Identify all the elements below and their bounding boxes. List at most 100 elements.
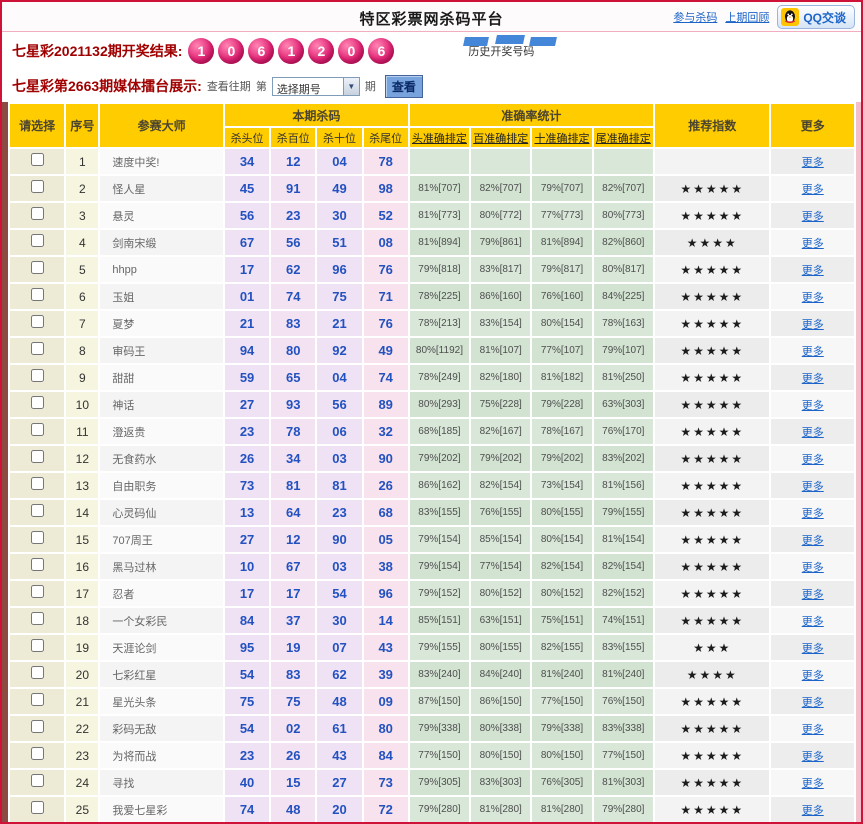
more-link[interactable]: 更多 — [802, 805, 824, 817]
star-rating: ★★★★★ — [655, 716, 770, 741]
more-link[interactable]: 更多 — [802, 400, 824, 412]
issue-select[interactable]: 选择期号 ▼ — [272, 77, 360, 96]
row-select-cell — [10, 230, 64, 255]
more-link[interactable]: 更多 — [802, 238, 824, 250]
kill-head-value: 54 — [225, 716, 269, 741]
history-link-label: 历史开奖号码 — [468, 46, 534, 58]
sort-head-accuracy-link[interactable]: 头准确排定 — [412, 133, 467, 145]
kill-head-value: 95 — [225, 635, 269, 660]
row-checkbox[interactable] — [31, 315, 44, 328]
row-checkbox[interactable] — [31, 801, 44, 814]
star-rating: ★★★★★ — [655, 608, 770, 633]
qq-chat-button[interactable]: QQ交谈 — [777, 5, 855, 29]
row-checkbox[interactable] — [31, 720, 44, 733]
row-checkbox[interactable] — [31, 423, 44, 436]
kill-hundred-value: 12 — [271, 527, 315, 552]
row-checkbox[interactable] — [31, 207, 44, 220]
master-name: 忍者 — [100, 581, 223, 606]
kill-tail-value: 08 — [364, 230, 408, 255]
kill-head-value: 45 — [225, 176, 269, 201]
view-button[interactable]: 查看 — [385, 75, 423, 98]
more-link[interactable]: 更多 — [802, 670, 824, 682]
head-accuracy-value: 81%[773] — [410, 203, 469, 228]
row-checkbox[interactable] — [31, 558, 44, 571]
more-link[interactable]: 更多 — [802, 481, 824, 493]
more-link[interactable]: 更多 — [802, 751, 824, 763]
more-link[interactable]: 更多 — [802, 778, 824, 790]
qq-chat-label: QQ交谈 — [803, 9, 846, 26]
kill-tail-value: 39 — [364, 662, 408, 687]
row-index: 22 — [66, 716, 98, 741]
more-link[interactable]: 更多 — [802, 562, 824, 574]
row-index: 25 — [66, 797, 98, 822]
join-kill-link[interactable]: 参与杀码 — [673, 9, 717, 25]
more-link[interactable]: 更多 — [802, 454, 824, 466]
row-checkbox[interactable] — [31, 261, 44, 274]
ten-accuracy-value: 79%[202] — [532, 446, 591, 471]
more-link[interactable]: 更多 — [802, 724, 824, 736]
sort-tail-accuracy-link[interactable]: 尾准确排定 — [596, 133, 651, 145]
row-checkbox[interactable] — [31, 666, 44, 679]
row-checkbox[interactable] — [31, 342, 44, 355]
view-past-label: 查看往期 — [207, 78, 251, 94]
more-link[interactable]: 更多 — [802, 292, 824, 304]
master-name: 审码王 — [100, 338, 223, 363]
row-checkbox[interactable] — [31, 639, 44, 652]
more-link[interactable]: 更多 — [802, 157, 824, 169]
sort-hundred-accuracy-link[interactable]: 百准确排定 — [473, 133, 528, 145]
more-link[interactable]: 更多 — [802, 697, 824, 709]
more-link[interactable]: 更多 — [802, 319, 824, 331]
row-checkbox[interactable] — [31, 693, 44, 706]
more-link[interactable]: 更多 — [802, 211, 824, 223]
more-link[interactable]: 更多 — [802, 643, 824, 655]
star-rating: ★★★★★ — [655, 797, 770, 822]
row-checkbox[interactable] — [31, 396, 44, 409]
row-checkbox[interactable] — [31, 234, 44, 247]
hundred-accuracy-value: 75%[228] — [471, 392, 530, 417]
sort-ten-accuracy-link[interactable]: 十准确排定 — [535, 133, 590, 145]
row-checkbox[interactable] — [31, 585, 44, 598]
more-link[interactable]: 更多 — [802, 184, 824, 196]
kill-hundred-value: 23 — [271, 203, 315, 228]
dropdown-arrow-icon[interactable]: ▼ — [343, 78, 359, 95]
row-checkbox[interactable] — [31, 774, 44, 787]
row-checkbox[interactable] — [31, 504, 44, 517]
kill-hundred-value: 83 — [271, 311, 315, 336]
row-checkbox[interactable] — [31, 612, 44, 625]
master-name: 澄返贵 — [100, 419, 223, 444]
more-link[interactable]: 更多 — [802, 373, 824, 385]
more-link[interactable]: 更多 — [802, 346, 824, 358]
row-checkbox[interactable] — [31, 450, 44, 463]
table-row: 20 七彩红星 54 83 62 39 83%[240] 84%[240] 81… — [10, 662, 854, 687]
kill-hundred-value: 91 — [271, 176, 315, 201]
result-line: 七星彩2021132期开奖结果: 1061206 历史开奖号码 — [2, 32, 861, 70]
last-issue-link[interactable]: 上期回顾 — [725, 9, 769, 25]
row-checkbox[interactable] — [31, 477, 44, 490]
row-checkbox[interactable] — [31, 180, 44, 193]
star-rating: ★★★ — [655, 635, 770, 660]
head-accuracy-value: 68%[185] — [410, 419, 469, 444]
history-numbers-link[interactable]: 历史开奖号码 — [468, 43, 534, 59]
row-select-cell — [10, 689, 64, 714]
head-accuracy-value: 86%[162] — [410, 473, 469, 498]
row-checkbox[interactable] — [31, 531, 44, 544]
tail-accuracy-value: 81%[156] — [594, 473, 653, 498]
row-checkbox[interactable] — [31, 153, 44, 166]
row-checkbox[interactable] — [31, 288, 44, 301]
kill-head-value: 01 — [225, 284, 269, 309]
row-select-cell — [10, 365, 64, 390]
head-accuracy-value: 80%[293] — [410, 392, 469, 417]
row-checkbox[interactable] — [31, 369, 44, 382]
more-link[interactable]: 更多 — [802, 589, 824, 601]
more-link[interactable]: 更多 — [802, 535, 824, 547]
hundred-accuracy-value: 63%[151] — [471, 608, 530, 633]
more-link[interactable]: 更多 — [802, 427, 824, 439]
more-link[interactable]: 更多 — [802, 508, 824, 520]
hundred-accuracy-value: 86%[160] — [471, 284, 530, 309]
kill-hundred-value: 17 — [271, 581, 315, 606]
qq-penguin-icon — [781, 8, 799, 26]
row-checkbox[interactable] — [31, 747, 44, 760]
more-link[interactable]: 更多 — [802, 265, 824, 277]
more-link[interactable]: 更多 — [802, 616, 824, 628]
hundred-accuracy-value: 85%[154] — [471, 527, 530, 552]
